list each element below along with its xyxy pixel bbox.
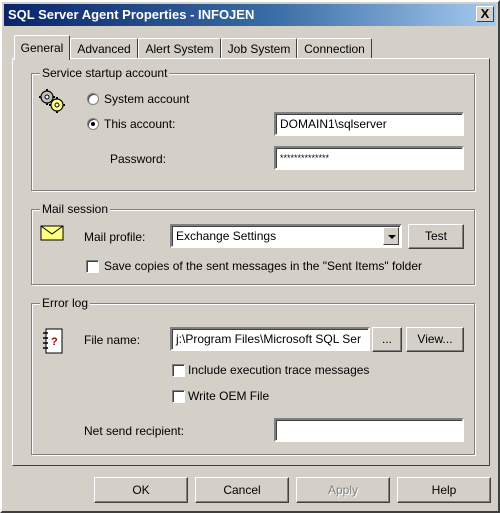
tab-connection[interactable]: Connection — [297, 38, 372, 59]
system-account-label: System account — [104, 92, 190, 106]
view-button[interactable]: View... — [406, 327, 464, 352]
include-trace-checkbox[interactable] — [172, 364, 185, 377]
net-send-label: Net send recipient: — [84, 424, 185, 438]
tab-job-system-label: Job System — [227, 42, 291, 56]
tab-connection-label: Connection — [304, 42, 365, 56]
title-bar[interactable]: SQL Server Agent Properties - INFOJEN X — [4, 4, 496, 26]
include-trace-label: Include execution trace messages — [188, 363, 370, 377]
service-startup-group: Service startup account System account T… — [31, 66, 475, 191]
tab-job-system[interactable]: Job System — [221, 38, 297, 59]
close-button[interactable]: X — [476, 6, 494, 22]
log-notebook-icon: ? — [43, 328, 63, 354]
mail-profile-label: Mail profile: — [84, 230, 146, 244]
window-title: SQL Server Agent Properties - INFOJEN — [8, 7, 255, 22]
radio-selected-dot — [91, 122, 95, 126]
mail-session-legend: Mail session — [40, 202, 111, 216]
system-account-radio[interactable] — [87, 93, 99, 105]
tab-alert-system-label: Alert System — [145, 42, 214, 56]
mail-profile-value: Exchange Settings — [176, 229, 277, 243]
service-startup-legend: Service startup account — [40, 66, 170, 80]
save-copies-checkbox[interactable] — [86, 260, 99, 273]
cancel-button[interactable]: Cancel — [195, 477, 289, 503]
test-button[interactable]: Test — [408, 224, 464, 249]
save-copies-label: Save copies of the sent messages in the … — [104, 259, 423, 273]
tab-advanced-label: Advanced — [77, 42, 131, 56]
tab-general-label: General — [20, 41, 64, 55]
tab-alert-system[interactable]: Alert System — [138, 38, 221, 59]
file-name-label: File name: — [84, 333, 141, 347]
gears-icon — [39, 89, 65, 113]
password-label: Password: — [110, 152, 167, 166]
write-oem-checkbox[interactable] — [172, 390, 185, 403]
browse-button[interactable]: ... — [372, 327, 402, 352]
file-name-input[interactable]: j:\Program Files\Microsoft SQL Ser — [170, 327, 370, 351]
apply-button[interactable]: Apply — [296, 477, 390, 503]
ok-button[interactable]: OK — [94, 477, 188, 503]
mail-session-group: Mail session Mail profile: Exchange Sett… — [31, 202, 475, 285]
error-log-group: Error log ? File name: j:\Program Files\… — [31, 296, 475, 455]
help-button[interactable]: Help — [397, 477, 491, 503]
password-input[interactable]: ************** — [274, 146, 464, 170]
this-account-radio[interactable] — [87, 118, 99, 130]
account-input[interactable]: DOMAIN1\sqlserver — [274, 112, 464, 136]
svg-text:?: ? — [51, 336, 58, 348]
this-account-label: This account: — [104, 117, 176, 131]
mail-profile-select[interactable]: Exchange Settings — [170, 224, 402, 248]
general-tab-panel: Service startup account System account T… — [12, 58, 490, 466]
net-send-input[interactable] — [274, 418, 464, 442]
error-log-legend: Error log — [40, 296, 91, 310]
tab-advanced[interactable]: Advanced — [70, 38, 138, 59]
chevron-down-icon[interactable] — [383, 227, 399, 245]
envelope-icon — [40, 225, 64, 241]
properties-dialog: SQL Server Agent Properties - INFOJEN X … — [0, 0, 500, 513]
write-oem-label: Write OEM File — [188, 389, 270, 403]
tab-general[interactable]: General — [14, 35, 70, 60]
